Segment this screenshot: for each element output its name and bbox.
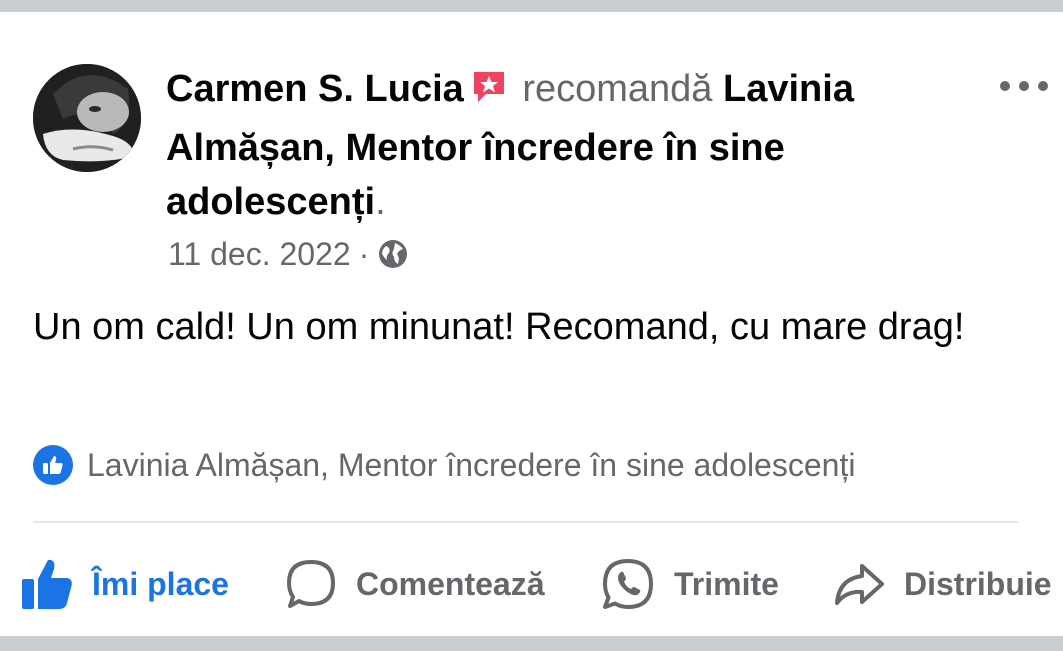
thumbs-up-icon xyxy=(22,559,72,609)
divider xyxy=(33,521,1018,523)
send-label: Trimite xyxy=(674,565,779,602)
author-name[interactable]: Carmen S. Lucia xyxy=(166,68,464,110)
post-meta: 11 dec. 2022 · xyxy=(168,234,409,274)
send-button[interactable]: Trimite xyxy=(600,552,779,616)
recommendation-row[interactable]: Lavinia Almășan, Mentor încredere în sin… xyxy=(33,445,855,485)
recommend-verb: recomandă xyxy=(522,68,713,110)
post-date[interactable]: 11 dec. 2022 xyxy=(168,234,351,274)
post-card: Carmen S. Lucia recomandă Lavinia Almășa… xyxy=(0,12,1063,636)
globe-icon xyxy=(379,240,408,268)
post-body: Un om cald! Un om minunat! Recomand, cu … xyxy=(33,306,965,348)
action-bar: Îmi place Comentează Trimite Distribuie xyxy=(20,552,1063,616)
avatar-photo xyxy=(33,64,141,172)
like-label: Îmi place xyxy=(92,565,229,602)
page-suffix: . xyxy=(375,181,386,223)
more-options-icon[interactable] xyxy=(1000,72,1048,100)
comment-button[interactable]: Comentează xyxy=(284,552,545,616)
share-arrow-icon xyxy=(835,564,884,605)
like-button[interactable]: Îmi place xyxy=(20,552,229,616)
post-header: Carmen S. Lucia recomandă Lavinia Almășa… xyxy=(166,62,966,229)
recommend-badge-icon xyxy=(470,67,508,121)
share-button[interactable]: Distribuie xyxy=(832,552,1052,616)
meta-separator: · xyxy=(358,236,370,272)
comment-label: Comentează xyxy=(356,565,545,602)
thumbs-up-badge-icon xyxy=(33,445,73,485)
whatsapp-icon xyxy=(603,559,653,609)
share-label: Distribuie xyxy=(904,565,1052,602)
recommendation-label[interactable]: Lavinia Almășan, Mentor încredere în sin… xyxy=(87,447,855,484)
avatar[interactable] xyxy=(33,64,141,172)
comment-bubble-icon xyxy=(287,560,335,608)
